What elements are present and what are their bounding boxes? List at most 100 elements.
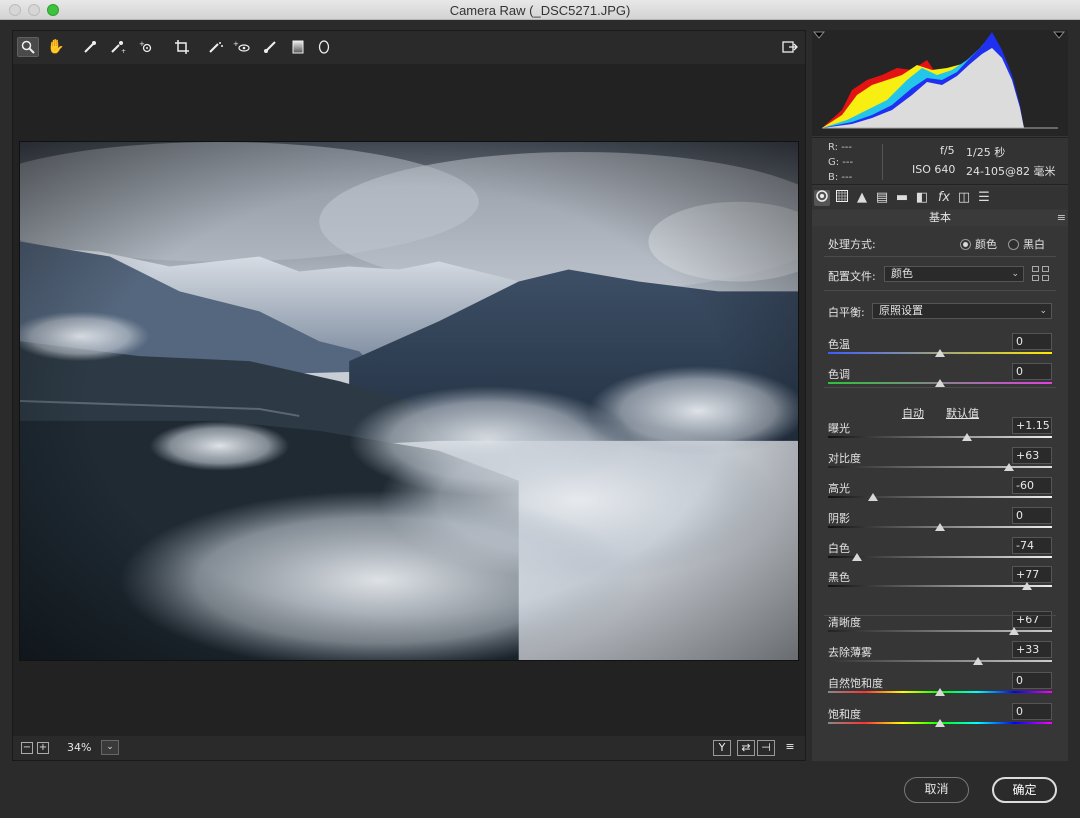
treatment-label: 处理方式: <box>828 238 876 251</box>
hand-icon[interactable]: ✋ <box>45 37 67 57</box>
treatment-bw-radio[interactable]: 黑白 <box>1008 236 1045 252</box>
color-sampler-icon[interactable]: + <box>107 37 129 57</box>
red-eye-icon[interactable]: + <box>231 37 253 57</box>
slider-track[interactable] <box>828 436 1052 438</box>
basic-section-title: 基本 <box>929 211 951 224</box>
chevron-down-icon: ⌄ <box>1011 269 1019 279</box>
slider-label: 黑色 <box>828 571 850 584</box>
green-readout: G: --- <box>828 157 854 168</box>
divider <box>824 256 1056 257</box>
slider-thumb[interactable] <box>852 553 863 561</box>
slider-label: 去除薄雾 <box>828 646 872 659</box>
slider-thumb[interactable] <box>1022 582 1033 590</box>
divider <box>824 290 1056 291</box>
slider-thumb[interactable] <box>935 688 945 696</box>
graduated-filter-icon[interactable] <box>287 37 309 57</box>
aperture-value: f/5 <box>940 144 955 157</box>
radio-checked-icon <box>960 239 971 250</box>
slider-value-field[interactable]: +63 <box>1012 447 1052 464</box>
basic-tab-icon[interactable] <box>814 190 830 206</box>
before-after-icon[interactable]: Y <box>713 740 731 756</box>
slider-thumb[interactable] <box>935 719 945 727</box>
profile-value: 颜色 <box>891 267 913 280</box>
auto-link[interactable]: 自动 <box>902 405 924 421</box>
slider-value-field[interactable]: 0 <box>1012 507 1052 524</box>
targeted-adjust-icon[interactable]: + <box>137 37 159 57</box>
slider-label: 高光 <box>828 482 850 495</box>
lens-tab-icon[interactable]: ◧ <box>914 190 930 206</box>
slider-value-field[interactable]: -60 <box>1012 477 1052 494</box>
treatment-color-radio[interactable]: 颜色 <box>960 236 997 252</box>
profile-browser-icon[interactable] <box>1032 266 1050 282</box>
detail-tab-icon[interactable]: ▲ <box>854 190 870 206</box>
hsl-tab-icon[interactable]: ▤ <box>874 190 890 206</box>
slider-value-field[interactable]: 0 <box>1012 703 1052 720</box>
slider-thumb[interactable] <box>935 523 945 531</box>
slider-thumb[interactable] <box>961 433 972 441</box>
slider-value-field[interactable]: 0 <box>1012 333 1052 350</box>
slider-label: 色调 <box>828 368 850 381</box>
adjustment-brush-icon[interactable] <box>259 37 281 57</box>
cancel-button[interactable]: 取消 <box>904 777 969 803</box>
spot-removal-icon[interactable] <box>205 37 227 57</box>
slider-thumb[interactable] <box>935 379 945 387</box>
calibration-tab-icon[interactable]: ◫ <box>956 190 972 206</box>
slider-label: 阴影 <box>828 512 850 525</box>
default-link[interactable]: 默认值 <box>946 405 979 421</box>
effects-tab-icon[interactable]: fx <box>936 190 952 206</box>
zoom-icon[interactable] <box>17 37 39 57</box>
chevron-down-icon: ⌄ <box>1039 306 1047 316</box>
white-balance-label: 白平衡: <box>828 306 865 319</box>
section-title: 基本 ≡ <box>812 210 1068 226</box>
slider-label: 饱和度 <box>828 708 861 721</box>
slider-thumb[interactable] <box>935 349 945 357</box>
slider-value-field[interactable]: 0 <box>1012 672 1052 689</box>
divider <box>824 615 1056 616</box>
preview-settings-icon[interactable]: ≡ <box>781 740 799 756</box>
shadow-clipping-icon[interactable] <box>812 31 826 39</box>
slider-track[interactable] <box>828 466 1052 468</box>
slider-value-field[interactable]: +1.15 <box>1012 417 1052 434</box>
slider-label: 白色 <box>828 542 850 555</box>
slider-value-field[interactable]: +77 <box>1012 566 1052 583</box>
swap-settings-icon[interactable]: ⇄ <box>737 740 755 756</box>
slider-track[interactable] <box>828 585 1052 587</box>
slider-track[interactable] <box>828 660 1052 662</box>
camera-raw-window: ✋ + + + − + 34% ⌄ Y ⇄ ⊣ ≡ R: --- G: --- … <box>0 20 1080 818</box>
slider-track[interactable] <box>828 496 1052 498</box>
copy-settings-icon[interactable]: ⊣ <box>757 740 775 756</box>
panel-tabs: ▲ ▤ ▬ ◧ fx ◫ ☰ <box>812 187 1068 209</box>
slider-thumb[interactable] <box>973 657 984 665</box>
window-title: Camera Raw (_DSC5271.JPG) <box>449 3 631 18</box>
crop-icon[interactable] <box>171 37 193 57</box>
iso-value: ISO 640 <box>912 163 956 176</box>
slider-thumb[interactable] <box>1008 627 1019 635</box>
tone-curve-tab-icon[interactable] <box>834 190 850 206</box>
preview-image[interactable] <box>19 141 799 661</box>
split-toning-tab-icon[interactable]: ▬ <box>894 190 910 206</box>
slider-value-field[interactable]: +67 <box>1012 611 1052 628</box>
slider-value-field[interactable]: -74 <box>1012 537 1052 554</box>
radial-filter-icon[interactable] <box>313 37 335 57</box>
zoom-in-button[interactable]: + <box>37 742 49 754</box>
zoom-dropdown[interactable]: ⌄ <box>101 740 119 755</box>
profile-select[interactable]: 颜色 ⌄ <box>884 266 1024 282</box>
white-balance-select[interactable]: 原照设置 ⌄ <box>872 303 1052 319</box>
white-balance-icon[interactable] <box>79 37 101 57</box>
treatment-color-label: 颜色 <box>975 238 997 251</box>
adjustment-panel: R: --- G: --- B: --- f/5 1/25 秒 ISO 640 … <box>812 30 1068 761</box>
zoom-out-button[interactable]: − <box>21 742 33 754</box>
svg-text:+: + <box>121 48 126 54</box>
ok-button[interactable]: 确定 <box>992 777 1057 803</box>
svg-text:+: + <box>139 40 145 48</box>
panel-menu-icon[interactable]: ≡ <box>1057 210 1066 226</box>
open-image-icon[interactable] <box>779 37 801 57</box>
presets-tab-icon[interactable]: ☰ <box>976 190 992 206</box>
slider-value-field[interactable]: +33 <box>1012 641 1052 658</box>
highlight-clipping-icon[interactable] <box>1052 31 1066 39</box>
treatment-bw-label: 黑白 <box>1023 238 1045 251</box>
slider-value-field[interactable]: 0 <box>1012 363 1052 380</box>
slider-thumb[interactable] <box>1004 463 1015 471</box>
info-area: R: --- G: --- B: --- f/5 1/25 秒 ISO 640 … <box>812 137 1068 185</box>
slider-thumb[interactable] <box>867 493 878 501</box>
